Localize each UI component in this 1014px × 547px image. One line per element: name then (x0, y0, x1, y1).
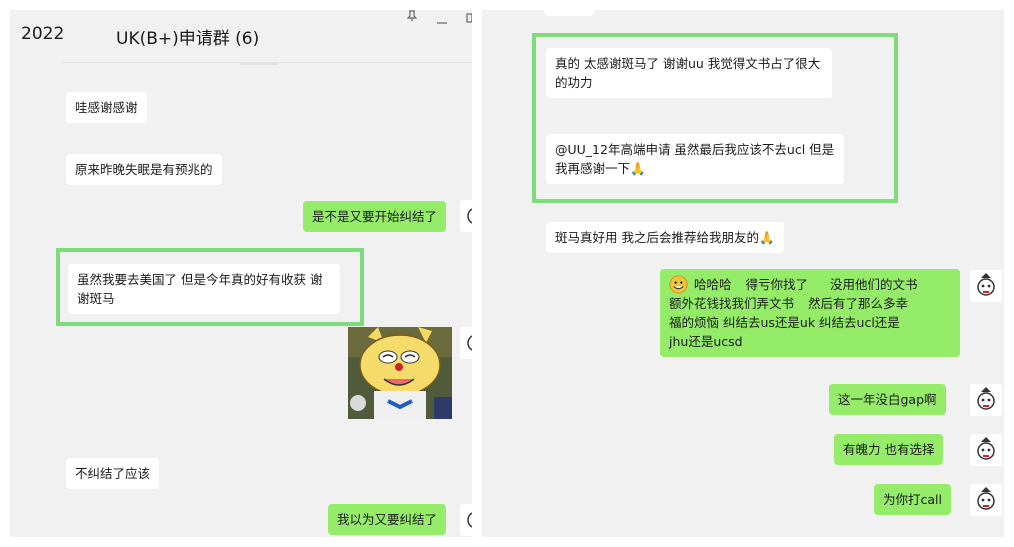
avatar[interactable] (460, 327, 472, 359)
message-bubble-received[interactable]: 斑马真好用 我之后会推荐给我朋友的🙏 (546, 222, 784, 253)
message-bubble-received-partial[interactable] (544, 10, 594, 16)
message-bubble-received[interactable]: 哇感谢感谢 (66, 92, 147, 123)
message-bubble-sent[interactable]: 是不是又要开始纠结了 (303, 201, 447, 232)
message-line: 没用他们的文书 (830, 277, 918, 292)
grin-emoji-icon (669, 275, 688, 294)
minimize-icon[interactable] (436, 14, 448, 28)
message-bubble-sent[interactable]: 为你打call (874, 484, 951, 515)
year-label: 2022 (21, 24, 65, 44)
chat-header: 2022 UK(B+)申请群 (6) (10, 10, 472, 62)
message-bubble-received[interactable]: 虽然我要去美国了 但是今年真的好有收获 谢谢斑马 (68, 264, 340, 314)
avatar[interactable] (970, 434, 1002, 466)
message-bubble-sent[interactable]: 我以为又要纠结了 (328, 504, 447, 535)
chat-window-right: 真的 太感谢斑马了 谢谢uu 我觉得文书占了很大的功力 @UU_12年高端申请 … (482, 10, 1004, 537)
message-line: jhu还是ucsd (669, 334, 743, 349)
message-bubble-received[interactable]: 原来昨晚失眠是有预兆的 (66, 154, 222, 185)
message-bubble-received[interactable]: 真的 太感谢斑马了 谢谢uu 我觉得文书占了很大的功力 (546, 48, 832, 98)
group-name[interactable]: UK(B+)申请群 (6) (116, 24, 259, 49)
scroll-indicator (240, 62, 278, 65)
message-bubble-received[interactable]: @UU_12年高端申请 虽然最后我应该不去ucl 但是我再感谢一下🙏 (546, 134, 844, 184)
message-line: 得亏你找了 (745, 277, 809, 292)
message-bubble-received[interactable]: 不纠结了应该 (66, 458, 160, 489)
avatar[interactable] (970, 384, 1002, 416)
message-line: 福的烦恼 纠结去us还是uk 纠结去ucl还是 (669, 315, 900, 330)
message-bubble-sent[interactable]: 这一年没白gap啊 (829, 384, 946, 415)
pin-icon[interactable] (406, 10, 418, 25)
avatar[interactable] (970, 484, 1002, 516)
message-bubble-sent[interactable]: 有魄力 也有选择 (834, 434, 944, 465)
message-line: 然后有了那么多幸 (808, 296, 909, 311)
message-line: 哈哈哈 (694, 277, 732, 292)
message-line: 额外花钱找我们弄文书 (669, 296, 795, 311)
chat-window-left: 2022 UK(B+)申请群 (6) 哇感谢感谢 原来昨晚失眠是有预兆的 是不是… (10, 10, 472, 537)
avatar[interactable] (460, 200, 472, 232)
cartoon-cat-sticker[interactable] (348, 327, 452, 419)
message-bubble-sent-long[interactable]: 哈哈哈 得亏你找了 没用他们的文书 额外花钱找我们弄文书 然后有了那么多幸 福的烦恼 … (660, 269, 960, 357)
avatar[interactable] (460, 504, 472, 536)
avatar[interactable] (970, 270, 1002, 302)
window-edge-icon (466, 12, 472, 26)
